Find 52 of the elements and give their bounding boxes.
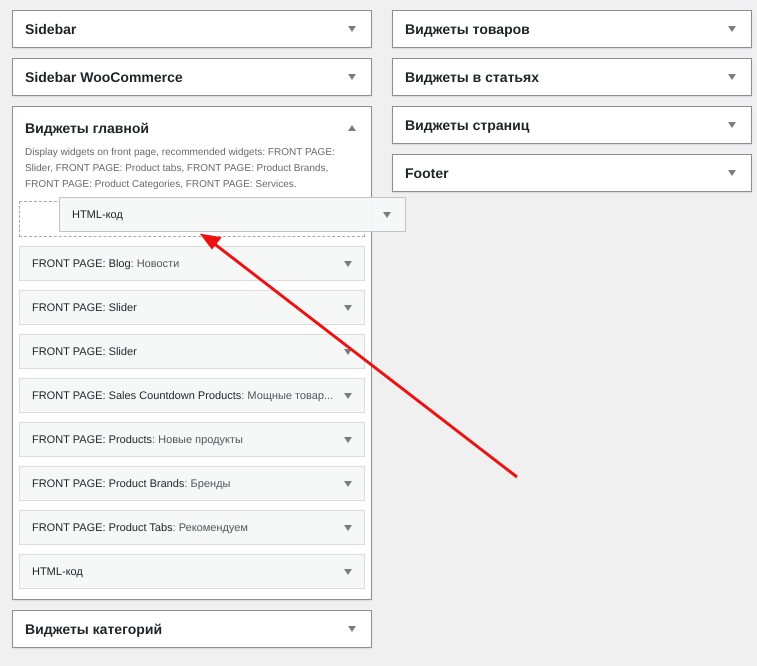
caret-icon [344,568,352,574]
caret-icon [383,212,391,218]
area-title: Footer [405,165,449,181]
area-title: Виджеты товаров [405,21,530,37]
caret-icon [344,480,352,486]
widget-header[interactable]: FRONT PAGE: Blog: Новости [19,246,365,281]
widget-header[interactable]: FRONT PAGE: Product Tabs: Рекомендуем [19,510,365,545]
widget-header[interactable]: FRONT PAGE: Slider [19,334,365,369]
area-title: Виджеты категорий [25,621,162,637]
caret-icon [348,26,356,32]
caret-icon [344,304,352,310]
caret-icon [348,125,356,131]
area-header[interactable]: Sidebar WooCommerce [13,59,371,95]
area-header[interactable]: Виджеты в статьях [393,59,751,95]
area-header[interactable]: Виджеты страниц [393,107,751,143]
widget-title: HTML-код [32,566,83,578]
widget-title: FRONT PAGE: Blog: Новости [32,258,180,270]
widget-title: FRONT PAGE: Sales Countdown Products: Мощные товар... [32,390,334,402]
area-description: Display widgets on front page, recommended widgets: FRONT PAGE: Slider, FRONT PAGE: Product tabs, FRONT PAGE: Product Brands, FRONT PAGE: Product Categories, FRONT PAGE: Services. [25,146,336,192]
area-header[interactable]: Виджеты товаров [393,11,751,47]
area-header[interactable]: Sidebar [13,11,371,47]
caret-icon [344,524,352,530]
caret-icon [344,436,352,442]
caret-icon [728,170,736,176]
widget-header[interactable]: FRONT PAGE: Sales Countdown Products: Мощные товар... [19,378,365,413]
dragged-widget[interactable]: HTML-код [59,197,406,232]
caret-icon [348,626,356,632]
area-title: Виджеты главной [25,120,150,136]
caret-icon [344,260,352,266]
widget-title: HTML-код [72,208,123,220]
widget-header[interactable]: FRONT PAGE: Products: Новые продукты [19,422,365,457]
area-title: Виджеты в статьях [405,69,539,85]
widget-header[interactable]: HTML-код [19,554,365,589]
caret-icon [728,74,736,80]
area-title: Виджеты страниц [405,117,530,133]
caret-icon [344,392,352,398]
widget-title: FRONT PAGE: Slider [32,302,137,314]
area-header[interactable]: Виджеты категорий [13,611,371,647]
caret-icon [344,348,352,354]
caret-icon [348,74,356,80]
area-title: Sidebar WooCommerce [25,69,183,85]
widget-title: FRONT PAGE: Product Tabs: Рекомендуем [32,522,248,534]
widget-title: FRONT PAGE: Products: Новые продукты [32,434,243,446]
area-title: Sidebar [25,21,76,37]
caret-icon [728,26,736,32]
area-header[interactable]: Footer [393,155,751,191]
widget-header[interactable]: FRONT PAGE: Product Brands: Бренды [19,466,365,501]
widget-title: FRONT PAGE: Slider [32,346,137,358]
caret-icon [728,122,736,128]
widget-title: FRONT PAGE: Product Brands: Бренды [32,478,230,490]
widget-header[interactable]: FRONT PAGE: Slider [19,290,365,325]
area-header[interactable]: Виджеты главной [13,109,371,147]
